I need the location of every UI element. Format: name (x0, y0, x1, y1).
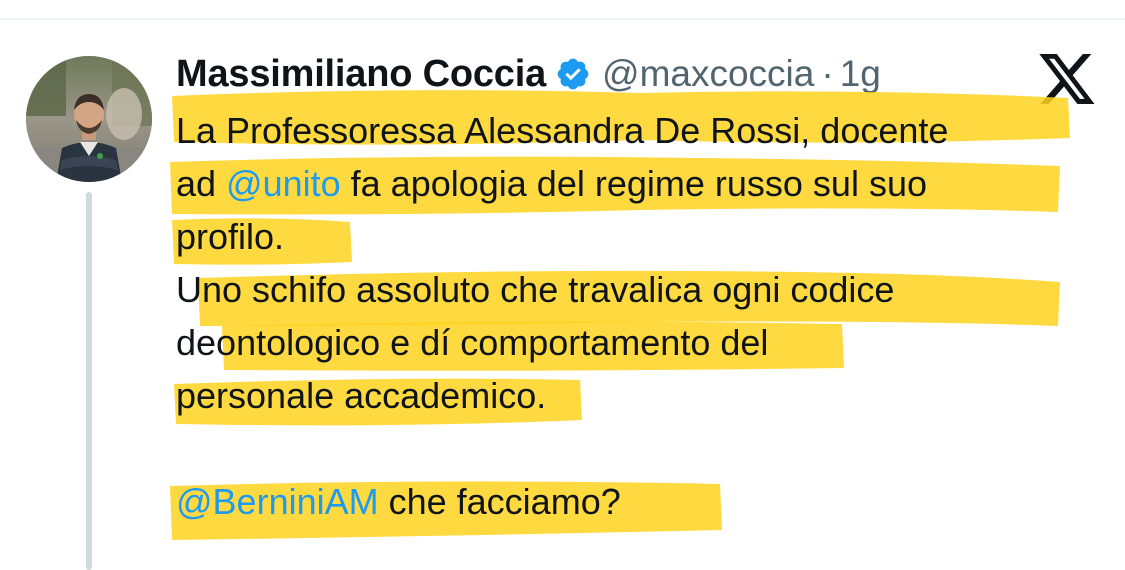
tweet-text-line: @BerniniAM che facciamo? (176, 475, 1106, 528)
header-separator: · (821, 53, 834, 94)
tweet-text-fragment: ad (176, 163, 227, 204)
tweet-text-line: personale accademico. (176, 375, 547, 416)
tweet-text-fragment: fa apologia del regime russo sul suo (340, 163, 927, 204)
verified-badge-icon (557, 58, 589, 90)
tweet-header: Massimiliano Coccia @maxcoccia · 1g (176, 50, 881, 98)
author-handle[interactable]: @maxcoccia (602, 53, 814, 95)
tweet-text-line: La Professoressa Alessandra De Rossi, do… (176, 110, 949, 151)
tweet-text-line: deontologico e dí comportamento del (176, 322, 769, 363)
avatar[interactable] (26, 56, 152, 182)
x-logo-icon[interactable] (1038, 54, 1096, 104)
timestamp[interactable]: 1g (840, 53, 881, 95)
mention-link-unito[interactable]: @unito (226, 163, 341, 204)
tweet-text-fragment: che facciamo? (378, 481, 621, 522)
tweet-text: La Professoressa Alessandra De Rossi, do… (176, 104, 1106, 528)
top-divider (0, 18, 1125, 20)
avatar-photo (26, 56, 152, 182)
tweet-text-line: ad @unito fa apologia del regime russo s… (176, 157, 1106, 210)
thread-line (86, 192, 92, 570)
tweet-text-line: Uno schifo assoluto che travalica ogni c… (176, 269, 895, 310)
tweet-text-line: profilo. (176, 216, 285, 257)
author-name[interactable]: Massimiliano Coccia (176, 53, 546, 96)
mention-link-berniniam[interactable]: @BerniniAM (176, 481, 379, 522)
